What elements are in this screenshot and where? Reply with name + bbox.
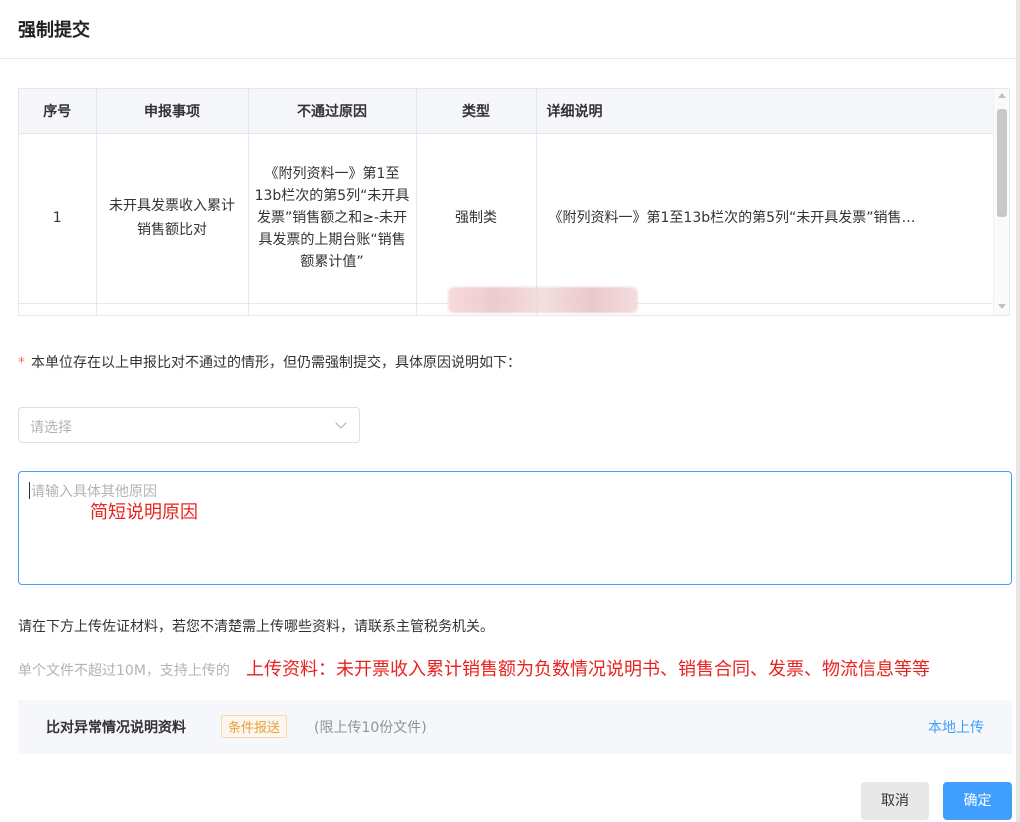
redacted-area	[448, 287, 638, 313]
table-row: 1 未开具发票收入累计销售额比对 《附列资料一》第1至13b栏次的第5列“未开具…	[19, 133, 996, 304]
chevron-down-icon	[335, 417, 347, 429]
scroll-up-icon[interactable]	[998, 93, 1006, 98]
cell-type: 强制类	[416, 133, 537, 304]
cell-item: 未开具发票收入累计销售额比对	[96, 133, 249, 304]
annotation-upload-note: 上传资料：未开票收入累计销售额为负数情况说明书、销售合同、发票、物流信息等等	[246, 659, 930, 680]
col-header-index: 序号	[19, 89, 97, 134]
required-star: *	[18, 355, 25, 371]
cell-reason: 《附列资料一》第1至13b栏次的第5列“未开具发票”销售额之和≥-未开具发票的上…	[248, 133, 417, 304]
col-header-item: 申报事项	[96, 89, 249, 134]
result-table-grid: 序号 申报事项 不通过原因 类型 详细说明 1 未开具发票收入累计销售额比对 《…	[19, 89, 996, 315]
title-divider	[0, 58, 1020, 59]
local-upload-link[interactable]: 本地上传	[928, 717, 984, 737]
file-name: 比对异常情况说明资料	[46, 720, 186, 736]
cell-detail: 《附列资料一》第1至13b栏次的第5列“未开具发票”销售…	[536, 133, 996, 304]
scroll-thumb[interactable]	[997, 109, 1007, 217]
confirm-button[interactable]: 确定	[943, 782, 1012, 820]
file-upload-row: 比对异常情况说明资料 条件报送 (限上传10份文件) 本地上传	[18, 700, 1012, 754]
table-scrollbar[interactable]	[993, 89, 1009, 315]
file-size-tip: 单个文件不超过10M，支持上传的	[18, 663, 230, 679]
col-header-reason: 不通过原因	[248, 89, 417, 134]
reason-textarea[interactable]: 请输入具体其他原因	[18, 471, 1012, 585]
reason-select[interactable]: 请选择	[18, 407, 360, 443]
notice-text: * 本单位存在以上申报比对不通过的情形，但仍需强制提交，具体原因说明如下：	[18, 352, 521, 372]
notice-label: 本单位存在以上申报比对不通过的情形，但仍需强制提交，具体原因说明如下：	[31, 355, 521, 371]
upload-tip: 请在下方上传佐证材料，若您不清楚需上传哪些资料，请联系主管税务机关。	[18, 619, 494, 635]
cell-index: 1	[19, 133, 97, 304]
right-edge	[1016, 0, 1020, 822]
cancel-button[interactable]: 取消	[861, 782, 929, 820]
scroll-down-icon[interactable]	[998, 304, 1006, 309]
col-header-detail: 详细说明	[536, 89, 996, 134]
annotation-short-reason: 简短说明原因	[90, 502, 198, 523]
result-table: 序号 申报事项 不通过原因 类型 详细说明 1 未开具发票收入累计销售额比对 《…	[18, 88, 1010, 316]
status-badge: 条件报送	[221, 715, 288, 738]
text-caret	[29, 482, 30, 499]
dialog-title: 强制提交	[18, 20, 90, 41]
reason-select-placeholder: 请选择	[30, 420, 72, 436]
file-limit: (限上传10份文件)	[314, 720, 427, 736]
table-header-row: 序号 申报事项 不通过原因 类型 详细说明	[19, 89, 996, 134]
col-header-type: 类型	[416, 89, 537, 134]
